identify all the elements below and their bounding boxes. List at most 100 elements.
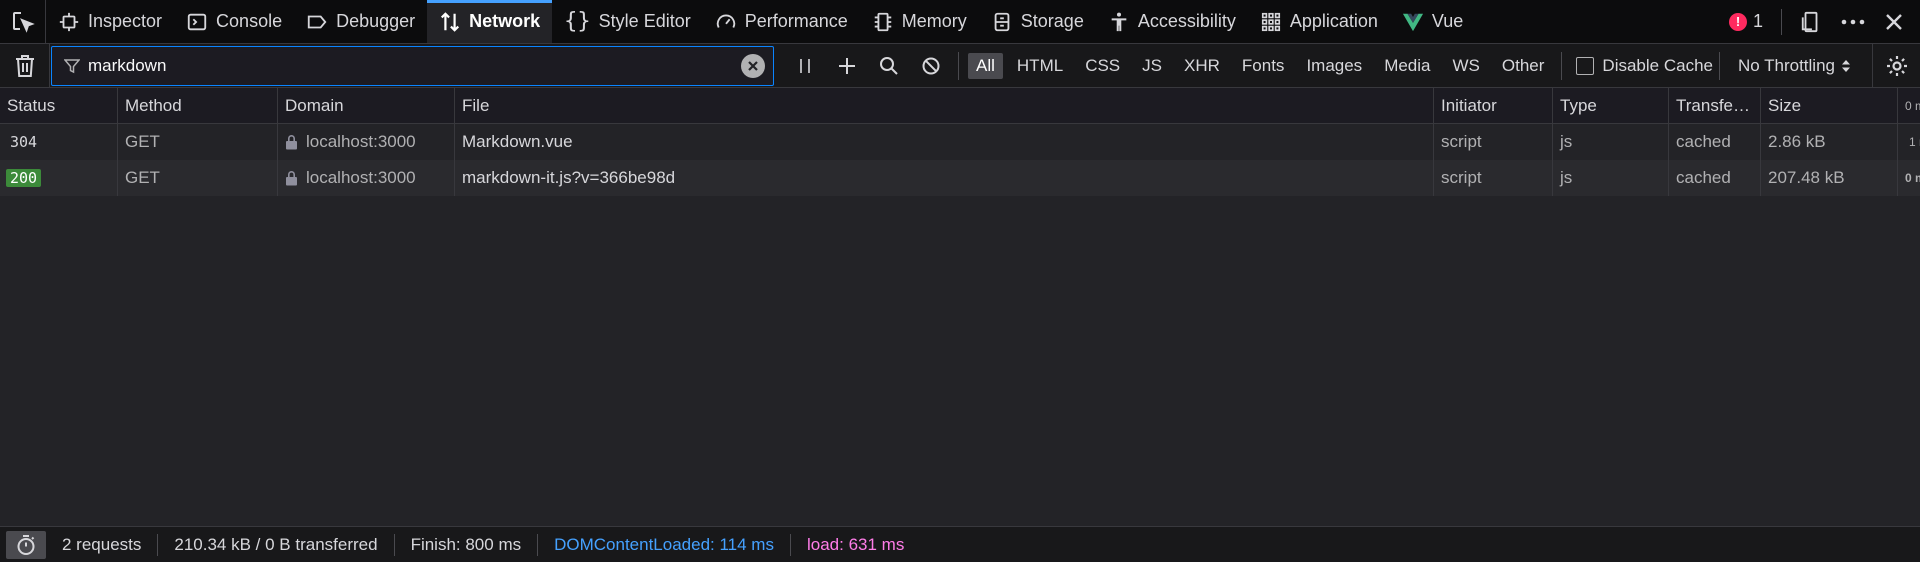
column-header-domain[interactable]: Domain — [278, 88, 455, 123]
transferred-cell: cached — [1669, 160, 1761, 196]
filter-type-images[interactable]: Images — [1298, 53, 1370, 79]
filter-input[interactable] — [88, 55, 733, 76]
tab-inspector[interactable]: Inspector — [46, 0, 174, 43]
size-cell: 2.86 kB — [1761, 124, 1898, 160]
error-count-badge[interactable]: ! 1 — [1728, 11, 1763, 32]
element-picker-icon — [12, 11, 35, 33]
throttling-value: No Throttling — [1737, 55, 1835, 75]
close-icon[interactable] — [1884, 12, 1904, 32]
tab-label: Storage — [1020, 11, 1084, 31]
initiator-cell[interactable]: script — [1434, 124, 1553, 160]
tab-application[interactable]: Application — [1248, 0, 1390, 43]
clear-filter-button[interactable] — [741, 53, 765, 78]
error-count: 1 — [1752, 11, 1763, 31]
filter-type-css[interactable]: CSS — [1077, 53, 1128, 79]
new-request-button[interactable] — [826, 44, 868, 88]
block-icon — [922, 57, 940, 74]
column-header-initiator[interactable]: Initiator — [1434, 88, 1553, 123]
waterfall-cell: 0 m — [1898, 160, 1920, 196]
filter-type-ws[interactable]: WS — [1445, 53, 1488, 79]
application-icon — [1261, 12, 1280, 31]
filter-type-other[interactable]: Other — [1494, 53, 1553, 79]
request-blocking-button[interactable] — [910, 44, 952, 88]
method-cell: GET — [118, 124, 278, 160]
throttling-select[interactable]: No Throttling — [1726, 56, 1863, 76]
style-editor-icon: {} — [564, 9, 591, 34]
domain-text: localhost:3000 — [306, 168, 416, 187]
performance-icon — [716, 14, 735, 28]
column-header-method[interactable]: Method — [118, 88, 278, 123]
error-icon: ! — [1728, 12, 1747, 31]
pause-recording-button[interactable] — [784, 44, 826, 88]
search-button[interactable] — [868, 44, 910, 88]
clear-icon — [748, 60, 758, 71]
column-header-transferred[interactable]: Transfe… — [1669, 88, 1761, 123]
status-cell: 304 — [0, 124, 118, 160]
filter-type-html[interactable]: HTML — [1009, 53, 1071, 79]
column-header-size[interactable]: Size — [1761, 88, 1898, 123]
tab-style-editor[interactable]: {} Style Editor — [552, 0, 703, 43]
load-time: load: 631 ms — [806, 534, 905, 554]
tab-vue[interactable]: Vue — [1390, 0, 1475, 43]
size-cell: 207.48 kB — [1761, 160, 1898, 196]
file-cell: markdown-it.js?v=366be98d — [455, 160, 1434, 196]
type-cell: js — [1553, 124, 1669, 160]
tab-label: Debugger — [336, 11, 416, 31]
more-options-icon[interactable] — [1840, 11, 1866, 33]
column-header-file[interactable]: File — [455, 88, 1434, 123]
disable-cache-label: Disable Cache — [1602, 55, 1713, 75]
toolbar-actions — [784, 44, 952, 88]
dock-side-icon[interactable] — [1800, 11, 1822, 33]
vue-icon — [1402, 13, 1424, 31]
column-header-waterfall[interactable]: 0 m — [1898, 88, 1920, 123]
tab-debugger[interactable]: Debugger — [294, 0, 427, 43]
search-icon — [880, 56, 898, 75]
tab-label: Performance — [744, 11, 848, 31]
tab-network[interactable]: Network — [427, 0, 553, 43]
tab-accessibility[interactable]: Accessibility — [1096, 0, 1248, 43]
network-toolbar: All HTML CSS JS XHR Fonts Images Media W… — [0, 43, 1920, 88]
column-header-status[interactable]: Status — [0, 88, 118, 123]
tab-storage[interactable]: Storage — [979, 0, 1096, 43]
tabbar-right-controls: ! 1 — [1728, 0, 1920, 43]
pause-icon — [800, 58, 810, 73]
table-row[interactable]: 304 GET localhost:3000 Markdown.vue scri… — [0, 124, 1920, 160]
transferred-summary: 210.34 kB / 0 B transferred — [158, 533, 395, 556]
tab-performance[interactable]: Performance — [703, 0, 860, 43]
tab-label: Console — [216, 11, 283, 31]
network-icon — [441, 11, 460, 32]
network-settings-button[interactable] — [1872, 43, 1920, 88]
filter-type-all[interactable]: All — [968, 52, 1003, 79]
disable-cache-checkbox[interactable] — [1576, 56, 1595, 75]
network-summary-bar: 2 requests 210.34 kB / 0 B transferred F… — [0, 526, 1920, 562]
filter-type-media[interactable]: Media — [1376, 53, 1438, 79]
column-header-type[interactable]: Type — [1553, 88, 1669, 123]
disable-cache-toggle[interactable]: Disable Cache — [1576, 56, 1713, 76]
table-row[interactable]: 200 GET localhost:3000 markdown-it.js?v=… — [0, 160, 1920, 196]
inspector-icon — [59, 12, 79, 31]
lock-icon — [286, 135, 297, 150]
tab-memory[interactable]: Memory — [860, 0, 979, 43]
status-code: 304 — [10, 133, 38, 151]
divider — [1718, 51, 1720, 80]
waterfall-label: 0 m — [1905, 171, 1920, 185]
requests-table: Status Method Domain File Initiator Type… — [0, 88, 1920, 196]
filter-type-xhr[interactable]: XHR — [1176, 53, 1228, 79]
filter-type-fonts[interactable]: Fonts — [1234, 53, 1293, 79]
stopwatch-icon — [17, 534, 35, 555]
storage-icon — [994, 12, 1010, 31]
tab-label: Inspector — [88, 11, 163, 31]
domain-text: localhost:3000 — [306, 132, 416, 151]
initiator-cell[interactable]: script — [1434, 160, 1553, 196]
filter-urls-field[interactable] — [51, 45, 774, 86]
tab-label: Style Editor — [598, 11, 691, 31]
tab-console[interactable]: Console — [174, 0, 294, 43]
lock-icon — [286, 171, 297, 186]
plus-icon — [839, 57, 855, 74]
status-code: 200 — [6, 169, 42, 187]
clear-requests-button[interactable] — [0, 43, 50, 88]
performance-analysis-button[interactable] — [6, 530, 46, 559]
filter-type-js[interactable]: JS — [1134, 53, 1170, 79]
tab-label: Accessibility — [1137, 11, 1236, 31]
element-picker-button[interactable] — [0, 0, 46, 43]
